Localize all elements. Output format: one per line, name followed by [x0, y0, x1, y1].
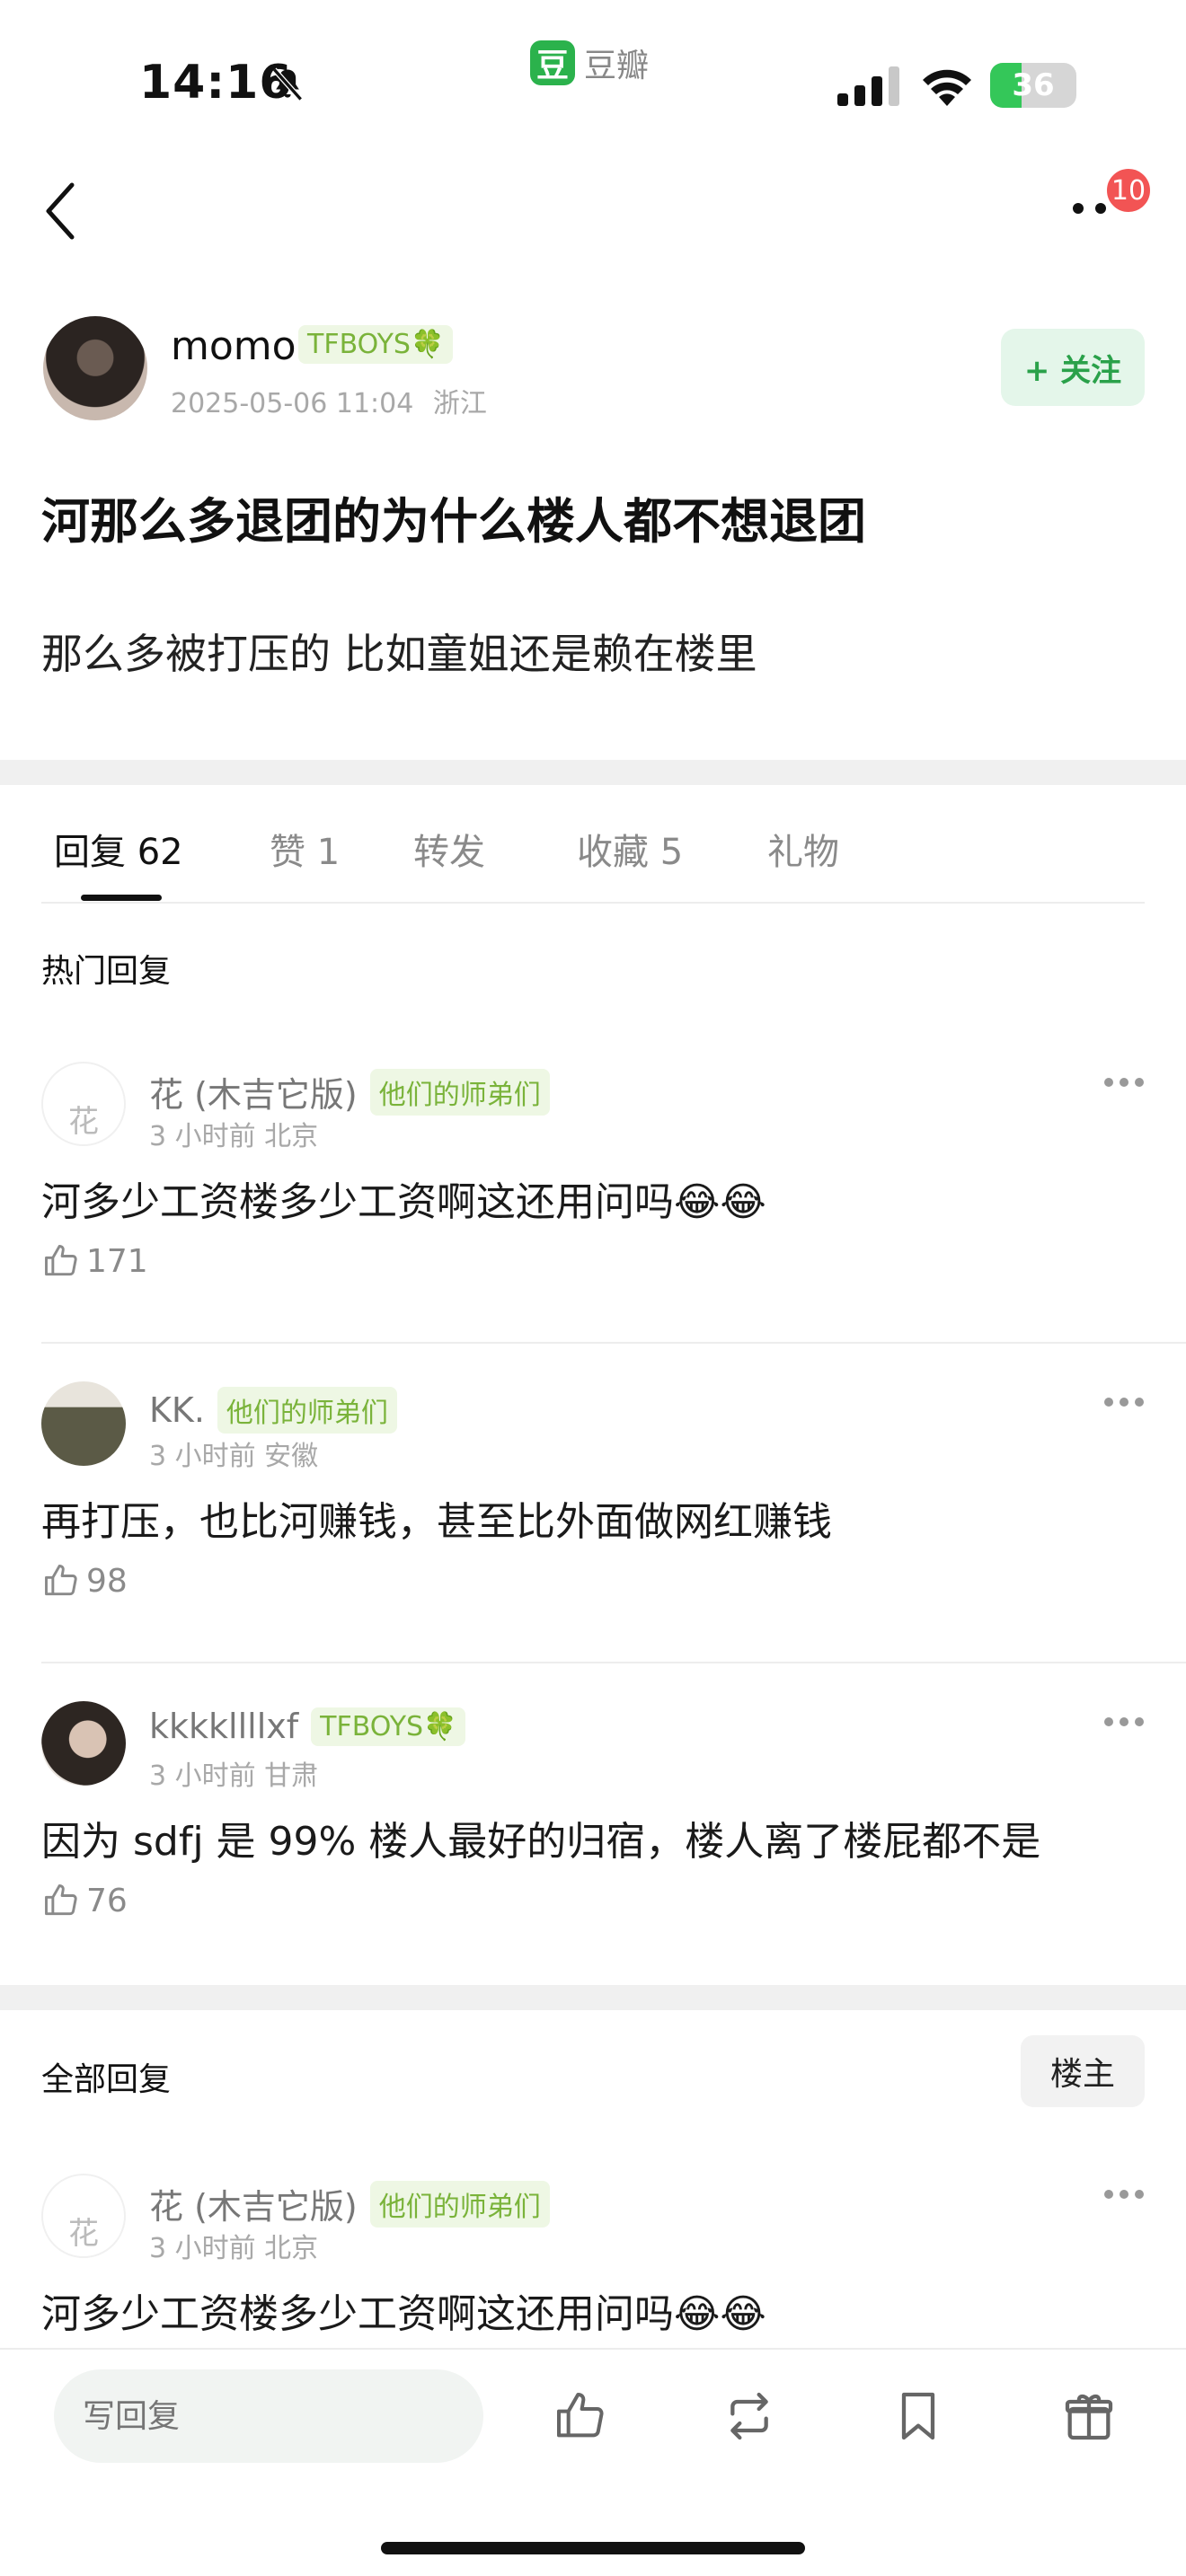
tab-likes[interactable]: 赞 1 — [270, 823, 340, 875]
home-indicator — [381, 2542, 805, 2554]
back-icon[interactable] — [40, 180, 84, 243]
bell-slash-icon — [272, 67, 303, 101]
tab-bar: 回复 62 赞 1 转发 收藏 5 礼物 — [41, 808, 1145, 904]
signal-icon — [837, 66, 899, 106]
battery-icon: 36 — [990, 63, 1076, 108]
more-icon[interactable] — [1103, 2188, 1145, 2201]
repost-icon[interactable] — [721, 2387, 778, 2445]
post-location: 浙江 — [432, 388, 487, 419]
more-icon[interactable] — [1103, 1396, 1145, 1408]
author-badge: TFBOYS🍀 — [298, 325, 454, 364]
commenter-avatar[interactable] — [41, 1381, 126, 1466]
commenter-avatar[interactable]: 花 — [41, 2174, 126, 2258]
gift-icon[interactable] — [1060, 2387, 1118, 2445]
tab-reposts[interactable]: 转发 — [413, 823, 485, 875]
follow-button[interactable]: + 关注 — [1001, 329, 1145, 406]
commenter-badge: TFBOYS🍀 — [311, 1707, 466, 1746]
post-title: 河那么多退团的为什么楼人都不想退团 — [41, 493, 866, 550]
tab-gifts[interactable]: 礼物 — [767, 823, 839, 875]
all-replies-title: 全部回复 — [41, 2061, 172, 2098]
like-icon — [45, 1884, 77, 1916]
commenter-name[interactable]: 花 (木吉它版) — [149, 2179, 358, 2228]
post-meta: 2025-05-06 11:04 浙江 — [171, 381, 487, 420]
bookmark-icon[interactable] — [890, 2387, 947, 2445]
like-button[interactable]: 76 — [41, 1881, 128, 1920]
comment-meta: 3 小时前 安徽 — [149, 1441, 319, 1472]
commenter-avatar[interactable] — [41, 1701, 126, 1786]
comment-text: 河多少工资楼多少工资啊这还用问吗😂😂 — [41, 1179, 766, 1225]
commenter-badge: 他们的师弟们 — [217, 1387, 397, 1434]
author-name[interactable]: momo — [171, 323, 296, 369]
like-button[interactable]: 98 — [41, 1561, 128, 1601]
comment-meta: 3 小时前 甘肃 — [149, 1760, 319, 1792]
commenter-avatar[interactable]: 花 — [41, 1062, 126, 1146]
comment-divider — [41, 1662, 1186, 1663]
commenter-name[interactable]: KK. — [149, 1390, 205, 1430]
status-bar: 14:16 豆 豆瓣 36 — [0, 0, 1186, 135]
douban-logo: 豆 — [530, 40, 575, 85]
bottom-action-bar — [0, 2348, 1186, 2576]
commenter-name[interactable]: kkkkllllxf — [149, 1707, 298, 1746]
app-indicator: 豆 豆瓣 — [530, 40, 649, 86]
like-count: 98 — [86, 1562, 128, 1600]
comment-text: 河多少工资楼多少工资啊这还用问吗😂😂 — [41, 2291, 766, 2337]
like-icon — [45, 1245, 77, 1276]
tab-replies[interactable]: 回复 62 — [54, 823, 183, 875]
section-divider — [0, 760, 1186, 785]
tab-active-indicator — [81, 895, 162, 901]
commenter-name[interactable]: 花 (木吉它版) — [149, 1067, 358, 1116]
like-button[interactable]: 171 — [41, 1241, 148, 1281]
more-icon[interactable] — [1103, 1076, 1145, 1089]
reply-input[interactable] — [54, 2369, 483, 2463]
like-count: 76 — [86, 1882, 128, 1919]
more-icon[interactable] — [1103, 1716, 1145, 1728]
hot-replies-title: 热门回复 — [41, 953, 172, 990]
post-body: 那么多被打压的 比如童姐还是赖在楼里 — [41, 630, 757, 678]
like-icon — [45, 1565, 77, 1596]
tab-collections[interactable]: 收藏 5 — [577, 823, 683, 875]
like-icon[interactable] — [552, 2387, 609, 2445]
comment-divider — [41, 1342, 1186, 1344]
section-divider — [0, 1985, 1186, 2010]
comment-meta: 3 小时前 北京 — [149, 2233, 319, 2264]
battery-percent: 36 — [1012, 67, 1055, 103]
commenter-badge: 他们的师弟们 — [369, 2180, 550, 2228]
like-count: 171 — [86, 1242, 148, 1280]
notification-badge[interactable]: 10 — [1103, 165, 1154, 216]
comment-text: 再打压，也比河赚钱，甚至比外面做网红赚钱 — [41, 1499, 832, 1545]
wifi-icon — [923, 69, 971, 106]
owner-only-filter-button[interactable]: 楼主 — [1021, 2035, 1145, 2107]
comment-meta: 3 小时前 北京 — [149, 1121, 319, 1152]
commenter-badge: 他们的师弟们 — [369, 1068, 550, 1116]
app-name: 豆瓣 — [584, 48, 650, 84]
author-avatar[interactable] — [43, 316, 147, 420]
post-datetime: 2025-05-06 11:04 — [171, 388, 414, 419]
comment-text: 因为 sdfj 是 99% 楼人最好的归宿，楼人离了楼屁都不是 — [41, 1819, 1041, 1865]
